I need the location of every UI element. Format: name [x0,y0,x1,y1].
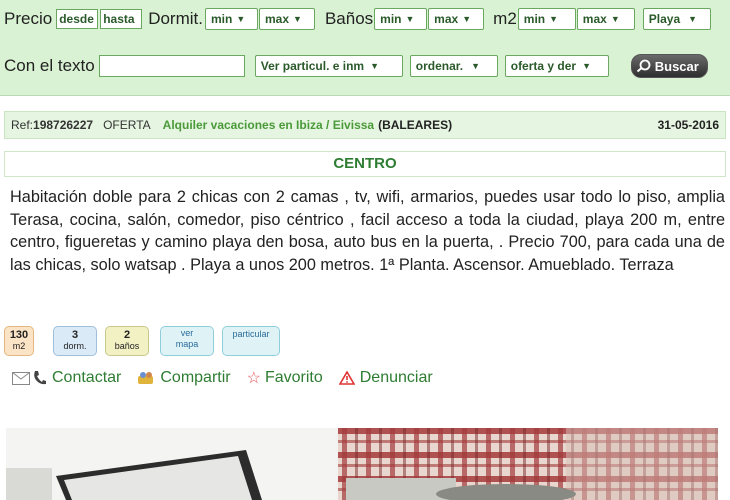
ref-number: 198726227 [33,118,94,132]
region-label: (BALEARES) [378,118,453,132]
dormit-max-value: max [264,12,289,26]
dormit-label: Dormit. [148,9,203,28]
chevron-down-icon: ▼ [610,14,620,24]
warning-icon [338,371,355,385]
banos-max-select[interactable]: max ▼ [428,8,485,30]
precio-desde-input[interactable]: desde [56,9,99,29]
ordenar-select[interactable]: ordenar. ▼ [409,55,498,77]
envelope-icon [12,371,30,385]
dorm-badge-unit: dorm. [63,341,87,351]
listing-photo[interactable] [6,428,718,500]
banos-max-value: max [434,12,459,26]
ref-prefix: Ref: [11,118,34,132]
chevron-down-icon: ▼ [293,14,302,24]
star-icon: ☆ [246,370,261,387]
chevron-down-icon: ▼ [236,14,246,24]
banos-min-value: min [380,12,402,26]
oferta-value: oferta y der [510,59,577,73]
contact-action[interactable]: Contactar [12,369,121,387]
buscar-button[interactable]: Buscar [630,54,708,78]
share-action[interactable]: Compartir [137,369,231,387]
share-icon [138,372,154,384]
listing-actions: Contactar Compartir ☆ Favorito Denunciar [12,368,433,388]
report-label: Denunciar [359,369,433,386]
buscar-label: Buscar [654,58,699,74]
map-badge-line1: ver [180,328,194,338]
search-row-1: Precio desde hasta Dormit. min ▼ max ▼ Bañ… [4,8,711,30]
dormit-max-select[interactable]: max ▼ [258,8,315,30]
dorm-badge: 3 dorm. [53,326,97,356]
m2-badge-unit: m2 [12,341,26,351]
particul-value: Ver particul. e inm [260,59,365,73]
chevron-down-icon: ▼ [688,14,698,24]
dorm-badge-value: 3 [71,329,79,341]
chevron-down-icon: ▼ [471,61,481,71]
report-action[interactable]: Denunciar [338,369,433,387]
favorite-action[interactable]: ☆ Favorito [247,368,323,388]
zone-title: CENTRO [4,151,726,177]
category-link[interactable]: Alquiler vacaciones en Ibiza / Eivissa [163,118,374,132]
room-photo-image [6,428,718,500]
chevron-down-icon: ▼ [370,61,380,71]
dormit-min-value: min [210,12,233,26]
listing-type: OFERTA [103,118,151,132]
search-bar: Precio desde hasta Dormit. min ▼ max ▼ Bañ… [0,0,730,96]
oferta-select[interactable]: oferta y der ▼ [504,55,609,77]
map-badge-line2: mapa [175,339,199,349]
precio-label: Precio [4,9,53,28]
listing-header: Ref: 198726227 OFERTA Alquiler vacacione… [4,111,726,139]
particular-badge: particular [222,326,280,356]
playa-value: Playa [648,12,681,26]
chevron-down-icon: ▼ [462,14,472,24]
favorite-label: Favorito [264,369,323,386]
m2-label: m2 [493,9,517,28]
dormit-min-select[interactable]: min ▼ [204,8,258,30]
contact-label: Contactar [52,369,122,386]
ordenar-value: ordenar. [415,59,464,73]
chevron-down-icon: ▼ [549,14,559,24]
playa-select[interactable]: Playa ▼ [642,8,711,30]
m2-max-select[interactable]: max ▼ [576,8,635,30]
banos-badge-value: 2 [123,329,131,341]
chevron-down-icon: ▼ [582,61,592,71]
chevron-down-icon: ▼ [405,14,415,24]
texto-label: Con el texto [4,56,95,75]
search-icon [636,59,651,73]
map-badge-button[interactable]: ver mapa [160,326,214,356]
m2-max-value: max [582,12,607,26]
particul-select[interactable]: Ver particul. e inm ▼ [254,55,403,77]
banos-badge: 2 baños [105,326,149,356]
banos-min-select[interactable]: min ▼ [374,8,428,30]
banos-label: Baños [324,9,374,28]
listing-date: 31-05-2016 [657,118,719,132]
precio-hasta-input[interactable]: hasta [100,9,143,29]
search-row-2: Con el texto Ver particul. e inm ▼ ordena… [4,54,708,78]
m2-badge-value: 130 [9,329,29,341]
m2-min-value: min [523,12,546,26]
banos-badge-unit: baños [114,341,140,351]
share-label: Compartir [160,369,231,386]
phone-icon [34,371,46,385]
listing-description: Habitación doble para 2 chicas con 2 cam… [10,188,725,274]
m2-min-select[interactable]: min ▼ [517,8,576,30]
texto-input[interactable] [98,55,245,77]
m2-badge: 130 m2 [4,326,34,356]
